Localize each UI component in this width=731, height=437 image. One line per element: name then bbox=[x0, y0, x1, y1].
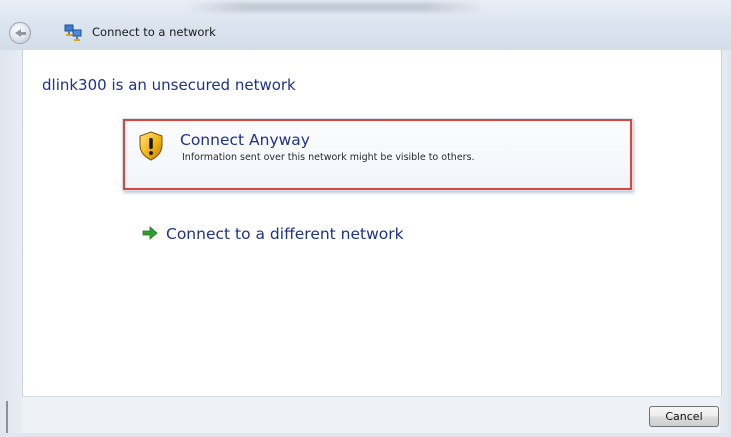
security-shield-warning-icon bbox=[139, 131, 163, 161]
window-left-frame bbox=[0, 50, 22, 437]
connect-anyway-label[interactable]: Connect Anyway bbox=[180, 131, 310, 149]
title-bar-glass-reflection bbox=[185, 2, 485, 12]
window-bottom-frame bbox=[0, 433, 731, 437]
cancel-button[interactable]: Cancel bbox=[649, 406, 719, 427]
back-button[interactable] bbox=[9, 22, 31, 44]
dialog-footer bbox=[22, 396, 720, 433]
content-pane bbox=[22, 50, 722, 396]
connect-anyway-description: Information sent over this network might… bbox=[182, 152, 475, 163]
frame-edge-mark bbox=[6, 401, 8, 437]
page-heading: dlink300 is an unsecured network bbox=[42, 76, 296, 94]
green-arrow-icon bbox=[142, 226, 158, 240]
back-arrow-stem bbox=[20, 32, 26, 35]
connect-network-window: Connect to a network dlink300 is an unse… bbox=[0, 0, 731, 437]
network-icon bbox=[64, 24, 82, 41]
connect-different-network-link[interactable]: Connect to a different network bbox=[166, 225, 404, 243]
window-title: Connect to a network bbox=[92, 25, 216, 39]
